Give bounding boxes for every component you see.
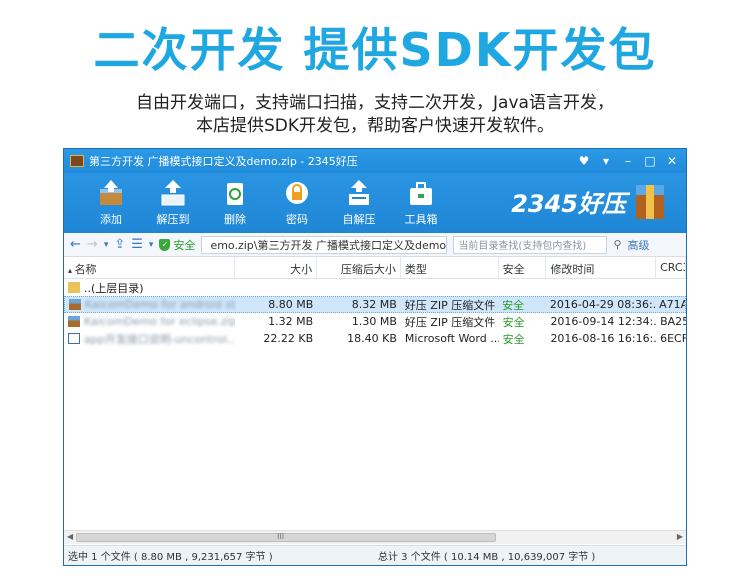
- extract-icon: [158, 179, 188, 207]
- archive-box-icon: [636, 185, 664, 219]
- scroll-grip: III: [277, 532, 285, 541]
- toolbar-password-button[interactable]: 密码: [266, 173, 328, 227]
- file-date: 2016-04-29 08:36:...: [549, 298, 656, 311]
- path-field[interactable]: emo.zip\第三方开发 广播模式接口定义及demo ▾: [201, 235, 448, 254]
- search-icon[interactable]: ⚲: [613, 238, 621, 251]
- headline: 二次开发 提供SDK开发包: [93, 23, 657, 77]
- up-folder-icon[interactable]: ⇪: [114, 237, 125, 252]
- toolbar-delete-button[interactable]: 删除: [204, 173, 266, 227]
- toolbar-toolbox-label: 工具箱: [404, 213, 438, 226]
- file-date: 2016-08-16 16:16:...: [550, 332, 657, 345]
- toolbar-self-extract-button[interactable]: 自解压: [328, 173, 390, 227]
- maximize-button[interactable]: □: [644, 154, 656, 168]
- word-doc-icon: [68, 333, 80, 344]
- view-dropdown-icon[interactable]: ▾: [149, 240, 154, 250]
- toolbar-extract-button[interactable]: 解压到: [142, 173, 204, 227]
- archive-window: 第三方开发 广播模式接口定义及demo.zip - 2345好压 ♥ ▾ – □…: [63, 148, 687, 566]
- file-name: ..(上层目录): [84, 281, 144, 295]
- column-crc[interactable]: CRC3: [656, 257, 686, 278]
- column-safe[interactable]: 安全: [499, 257, 547, 278]
- window-title: 第三方开发 广播模式接口定义及demo.zip - 2345好压: [89, 155, 358, 168]
- toolbar-extract-label: 解压到: [156, 213, 190, 226]
- self-extract-icon: [344, 179, 374, 207]
- column-type[interactable]: 类型: [401, 257, 499, 278]
- menu-dropdown-icon[interactable]: ▾: [600, 154, 612, 168]
- scroll-right-icon[interactable]: ▶: [677, 532, 683, 541]
- forward-button[interactable]: →: [87, 237, 98, 252]
- subline-1: 自由开发端口，支持端口扫描，支持二次开发，Java语言开发，: [136, 93, 614, 113]
- file-list-header: ▴ 名称 大小 压缩后大小 类型 安全 修改时间 CRC3: [64, 257, 686, 279]
- file-safe: 安全: [502, 298, 525, 312]
- status-bar: 选中 1 个文件 ( 8.80 MB , 9,231,657 字节 ) 总计 3…: [64, 545, 686, 565]
- zip-file-icon: [68, 316, 80, 327]
- toolbar: 添加 解压到 删除 密码 自解压 工具箱 2345好压: [64, 173, 686, 233]
- address-bar: ← → ▾ ⇪ ☰ ▾ ✓ 安全 emo.zip\第三方开发 广播模式接口定义及…: [64, 233, 686, 257]
- file-name: KaicomDemo for android st...: [85, 298, 236, 311]
- add-icon: [96, 179, 126, 207]
- file-size: 22.22 KB: [263, 332, 314, 345]
- file-type: 好压 ZIP 压缩文件: [404, 315, 496, 329]
- column-name[interactable]: ▴ 名称: [64, 257, 236, 278]
- file-safe: 安全: [502, 332, 525, 346]
- toolbar-add-button[interactable]: 添加: [80, 173, 142, 227]
- column-compressed-size[interactable]: 压缩后大小: [317, 257, 401, 278]
- app-icon: [70, 155, 84, 167]
- file-compressed-size: 18.40 KB: [347, 332, 397, 345]
- table-row[interactable]: ..(上层目录): [64, 279, 686, 296]
- file-name: app开发接口说明-uncontrol...: [84, 332, 236, 346]
- password-icon: [282, 179, 312, 207]
- shield-icon: ✓: [159, 238, 171, 251]
- folder-icon: [68, 282, 80, 293]
- window-controls: ♥ ▾ – □ ✕: [578, 154, 686, 168]
- table-row[interactable]: KaicomDemo for eclipse.zip 1.32 MB 1.30 …: [64, 313, 686, 330]
- toolbar-delete-label: 删除: [224, 213, 246, 226]
- minimize-button[interactable]: –: [622, 154, 634, 168]
- title-bar: 第三方开发 广播模式接口定义及demo.zip - 2345好压 ♥ ▾ – □…: [64, 149, 686, 173]
- file-crc: BA25: [660, 315, 686, 328]
- file-type: Microsoft Word ...: [404, 332, 499, 345]
- toolbox-icon: [406, 179, 436, 207]
- subline-2: 本店提供SDK开发包，帮助客户快速开发软件。: [195, 116, 555, 136]
- file-crc: A71A: [659, 298, 685, 311]
- file-name: KaicomDemo for eclipse.zip: [84, 315, 236, 328]
- file-size: 1.32 MB: [268, 315, 314, 328]
- brand: 2345好压: [511, 181, 668, 221]
- file-crc: 6ECF: [660, 332, 686, 345]
- status-selected: 选中 1 个文件 ( 8.80 MB , 9,231,657 字节 ): [68, 552, 273, 563]
- file-list: ..(上层目录) KaicomDemo for android st... 8.…: [64, 279, 686, 507]
- file-safe: 安全: [502, 315, 525, 329]
- toolbar-toolbox-button[interactable]: 工具箱: [390, 173, 452, 227]
- history-dropdown-icon[interactable]: ▾: [104, 240, 109, 250]
- toolbar-add-label: 添加: [100, 213, 122, 226]
- brand-logo: 2345好压: [511, 189, 626, 218]
- scroll-thumb[interactable]: III: [76, 532, 496, 542]
- file-size: 8.80 MB: [268, 298, 314, 311]
- close-button[interactable]: ✕: [666, 154, 678, 168]
- search-input[interactable]: 当前目录查找(支持包内查找): [453, 235, 608, 254]
- column-size[interactable]: 大小: [235, 257, 318, 278]
- status-total: 总计 3 个文件 ( 10.14 MB , 10,639,007 字节 ): [378, 552, 596, 563]
- scroll-left-icon[interactable]: ◀: [67, 532, 73, 541]
- file-compressed-size: 8.32 MB: [351, 298, 397, 311]
- zip-file-icon: [69, 299, 81, 310]
- file-type: 好压 ZIP 压缩文件: [404, 298, 496, 312]
- view-mode-icon[interactable]: ☰: [131, 237, 143, 252]
- safe-indicator[interactable]: ✓ 安全: [159, 237, 195, 253]
- recycle-icon: [220, 179, 250, 207]
- table-row[interactable]: KaicomDemo for android st... 8.80 MB 8.3…: [64, 296, 686, 313]
- horizontal-scrollbar[interactable]: ◀ III ▶: [64, 530, 686, 544]
- file-compressed-size: 1.30 MB: [351, 315, 397, 328]
- toolbar-password-label: 密码: [286, 213, 308, 226]
- safe-label: 安全: [173, 238, 196, 252]
- column-modified[interactable]: 修改时间: [546, 257, 657, 278]
- file-date: 2016-09-14 12:34:...: [550, 315, 657, 328]
- table-row[interactable]: app开发接口说明-uncontrol... 22.22 KB 18.40 KB…: [64, 330, 686, 347]
- path-text: emo.zip\第三方开发 广播模式接口定义及demo: [210, 238, 447, 252]
- advanced-search-link[interactable]: 高级: [628, 237, 650, 253]
- skin-icon[interactable]: ♥: [578, 154, 590, 168]
- page: 二次开发 提供SDK开发包 自由开发端口，支持端口扫描，支持二次开发，Java语…: [0, 0, 750, 582]
- back-button[interactable]: ←: [70, 237, 81, 252]
- toolbar-self-extract-label: 自解压: [342, 213, 376, 226]
